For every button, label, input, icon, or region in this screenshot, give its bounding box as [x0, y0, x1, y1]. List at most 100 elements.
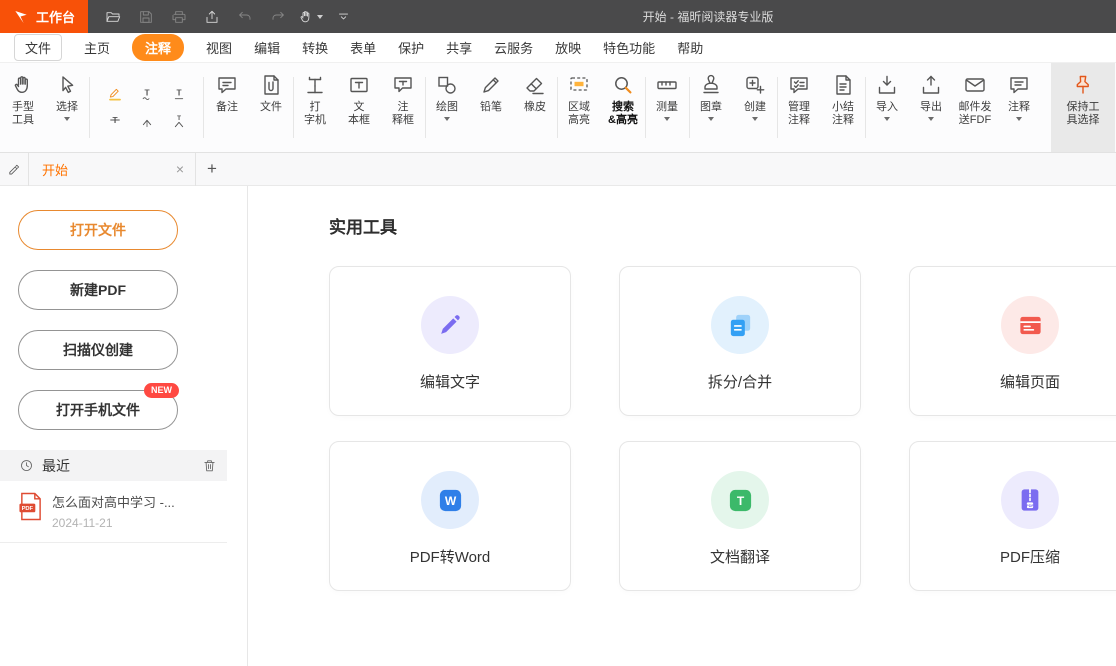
sidebar-button-label: 扫描仪创建 [63, 340, 133, 360]
titlebar-button-redo[interactable] [263, 4, 292, 30]
close-icon[interactable]: × [176, 161, 184, 177]
ribbon-button-summarize-comments[interactable]: 小结注释 [821, 63, 865, 152]
menu-item-form[interactable]: 表单 [350, 38, 376, 57]
markup-tool-underline[interactable]: T [168, 84, 190, 104]
tool-card-pdf-compress[interactable]: PDF PDF压缩 [909, 441, 1116, 591]
workspace-button[interactable]: 工作台 [0, 0, 88, 33]
import-icon [875, 72, 899, 98]
sidebar-button-new-pdf[interactable]: 新建PDF [18, 270, 178, 310]
recent-file[interactable]: PDF 怎么面对高中学习 -... 2024-11-21 [0, 481, 227, 543]
ribbon-button-note[interactable]: 备注 [205, 63, 249, 152]
share-icon [204, 9, 220, 25]
ribbon-button-label: 邮件发送FDF [959, 101, 992, 127]
ribbon-button-hand-tool[interactable]: 手型工具 [1, 63, 45, 152]
menu-item-slideshow[interactable]: 放映 [555, 38, 581, 57]
markup-tool-replace-text[interactable]: T [168, 111, 190, 131]
ribbon-button-comments[interactable]: 注释 [997, 63, 1041, 152]
ribbon-button-area-highlight[interactable]: 区域高亮 [557, 63, 601, 152]
ribbon-button-select[interactable]: 选择 [45, 63, 89, 152]
tool-card-pdf-to-word[interactable]: W PDF转Word [329, 441, 571, 591]
menu-item-protect[interactable]: 保护 [398, 38, 424, 57]
ribbon-button-label: 橡皮 [524, 101, 546, 114]
menu-item-comment[interactable]: 注释 [132, 34, 184, 61]
menu-item-home[interactable]: 主页 [84, 38, 110, 57]
hand-icon [11, 72, 35, 98]
ribbon-button-keep-tool-selected[interactable]: 保持工具选择 [1051, 63, 1115, 152]
ribbon-button-label: 图章 [700, 101, 722, 114]
ribbon-button-pencil[interactable]: 铅笔 [469, 63, 513, 152]
ribbon-button-export[interactable]: 导出 [909, 63, 953, 152]
text-markup-group: TTTT [91, 63, 203, 152]
pdf-file-icon: PDF [18, 492, 43, 521]
undo-icon [237, 9, 253, 25]
tool-card-edit-pages[interactable]: 编辑页面 [909, 266, 1116, 416]
ribbon-button-drawing[interactable]: 绘图 [425, 63, 469, 152]
mk-strike-icon: T [107, 113, 123, 129]
menu-item-help[interactable]: 帮助 [677, 38, 703, 57]
ribbon-button-label: 选择 [56, 101, 78, 114]
svg-text:PDF: PDF [22, 506, 34, 512]
menu-item-share[interactable]: 共享 [446, 38, 472, 57]
sidebar-button-scanner-create[interactable]: 扫描仪创建 [18, 330, 178, 370]
ribbon-button-label: 创建 [744, 101, 766, 114]
ribbon-button-import[interactable]: 导入 [865, 63, 909, 152]
tool-card-edit-text[interactable]: 编辑文字 [329, 266, 571, 416]
tool-card-label: 文档翻译 [710, 546, 770, 567]
ribbon-button-textbox[interactable]: 文本框 [337, 63, 381, 152]
menu-item-features[interactable]: 特色功能 [603, 38, 655, 57]
menu-item-cloud[interactable]: 云服务 [494, 38, 533, 57]
new-tab-button[interactable]: + [207, 159, 217, 179]
measure-icon [655, 72, 679, 98]
ribbon-button-create-stamp[interactable]: 创建 [733, 63, 777, 152]
tool-card-split-merge[interactable]: 拆分/合并 [619, 266, 861, 416]
titlebar-button-open-folder[interactable] [98, 4, 127, 30]
menu-item-view[interactable]: 视图 [206, 38, 232, 57]
markup-tool-insert-text[interactable] [136, 111, 158, 131]
menu-item-file[interactable]: 文件 [14, 34, 62, 61]
menubar: 文件 主页 注释 视图 编辑 转换 表单 保护 共享 云服务 放映 特色功能 帮助 [0, 33, 1116, 63]
ribbon-button-label: 注释框 [392, 101, 414, 127]
menu-item-label: 转换 [302, 38, 328, 57]
export-icon [919, 72, 943, 98]
trash-icon[interactable] [202, 458, 217, 473]
card-word-icon: W [437, 487, 464, 514]
markup-tool-squiggly-underline[interactable]: T [136, 84, 158, 104]
ribbon-button-stamp[interactable]: 图章 [689, 63, 733, 152]
ribbon-button-typewriter[interactable]: 打字机 [293, 63, 337, 152]
menu-item-edit[interactable]: 编辑 [254, 38, 280, 57]
mk-underline-icon: T [171, 86, 187, 102]
menu-item-convert[interactable]: 转换 [302, 38, 328, 57]
ribbon-button-file-attach[interactable]: 文件 [249, 63, 293, 152]
recent-label: 最近 [42, 456, 194, 476]
ribbon-button-search-highlight[interactable]: 搜索&高亮 [601, 63, 645, 152]
titlebar-button-hand-grab-tool[interactable] [296, 4, 325, 30]
ribbon-button-callout[interactable]: 注释框 [381, 63, 425, 152]
ribbon-button-email-fdf[interactable]: 邮件发送FDF [953, 63, 997, 152]
draw-icon [435, 72, 459, 98]
markup-tool-highlight[interactable] [104, 84, 126, 104]
tab-start[interactable]: 开始 × [28, 153, 196, 186]
ribbon-button-eraser[interactable]: 橡皮 [513, 63, 557, 152]
tab-label: 开始 [42, 160, 68, 179]
chevron-down-icon [664, 117, 670, 121]
menu-item-label: 保护 [398, 38, 424, 57]
titlebar-button-undo[interactable] [230, 4, 259, 30]
chevron-down-icon [884, 117, 890, 121]
ribbon-toolbar: 手型工具 选择 TTTT 备注 文件 打字机 文本框 注释框 [0, 63, 1116, 153]
sidebar-button-label: 打开文件 [70, 220, 126, 240]
markup-tool-strikeout[interactable]: T [104, 111, 126, 131]
sidebar: 打开文件 新建PDF 扫描仪创建 打开手机文件 NEW 最近 P [0, 186, 248, 666]
ribbon-button-measure[interactable]: 测量 [645, 63, 689, 152]
menu-item-label: 特色功能 [603, 38, 655, 57]
file-name: 怎么面对高中学习 -... [52, 492, 175, 511]
pen-icon[interactable] [0, 162, 28, 177]
ribbon-button-manage-comments[interactable]: 管理注释 [777, 63, 821, 152]
titlebar-button-customize-toolbar[interactable] [329, 4, 358, 30]
sidebar-button-open-file[interactable]: 打开文件 [18, 210, 178, 250]
titlebar-button-share[interactable] [197, 4, 226, 30]
tool-card-label: PDF转Word [410, 546, 491, 567]
titlebar-button-save[interactable] [131, 4, 160, 30]
titlebar-button-print[interactable] [164, 4, 193, 30]
sidebar-button-open-mobile-files[interactable]: 打开手机文件 NEW [18, 390, 178, 430]
tool-card-doc-translate[interactable]: T 文档翻译 [619, 441, 861, 591]
